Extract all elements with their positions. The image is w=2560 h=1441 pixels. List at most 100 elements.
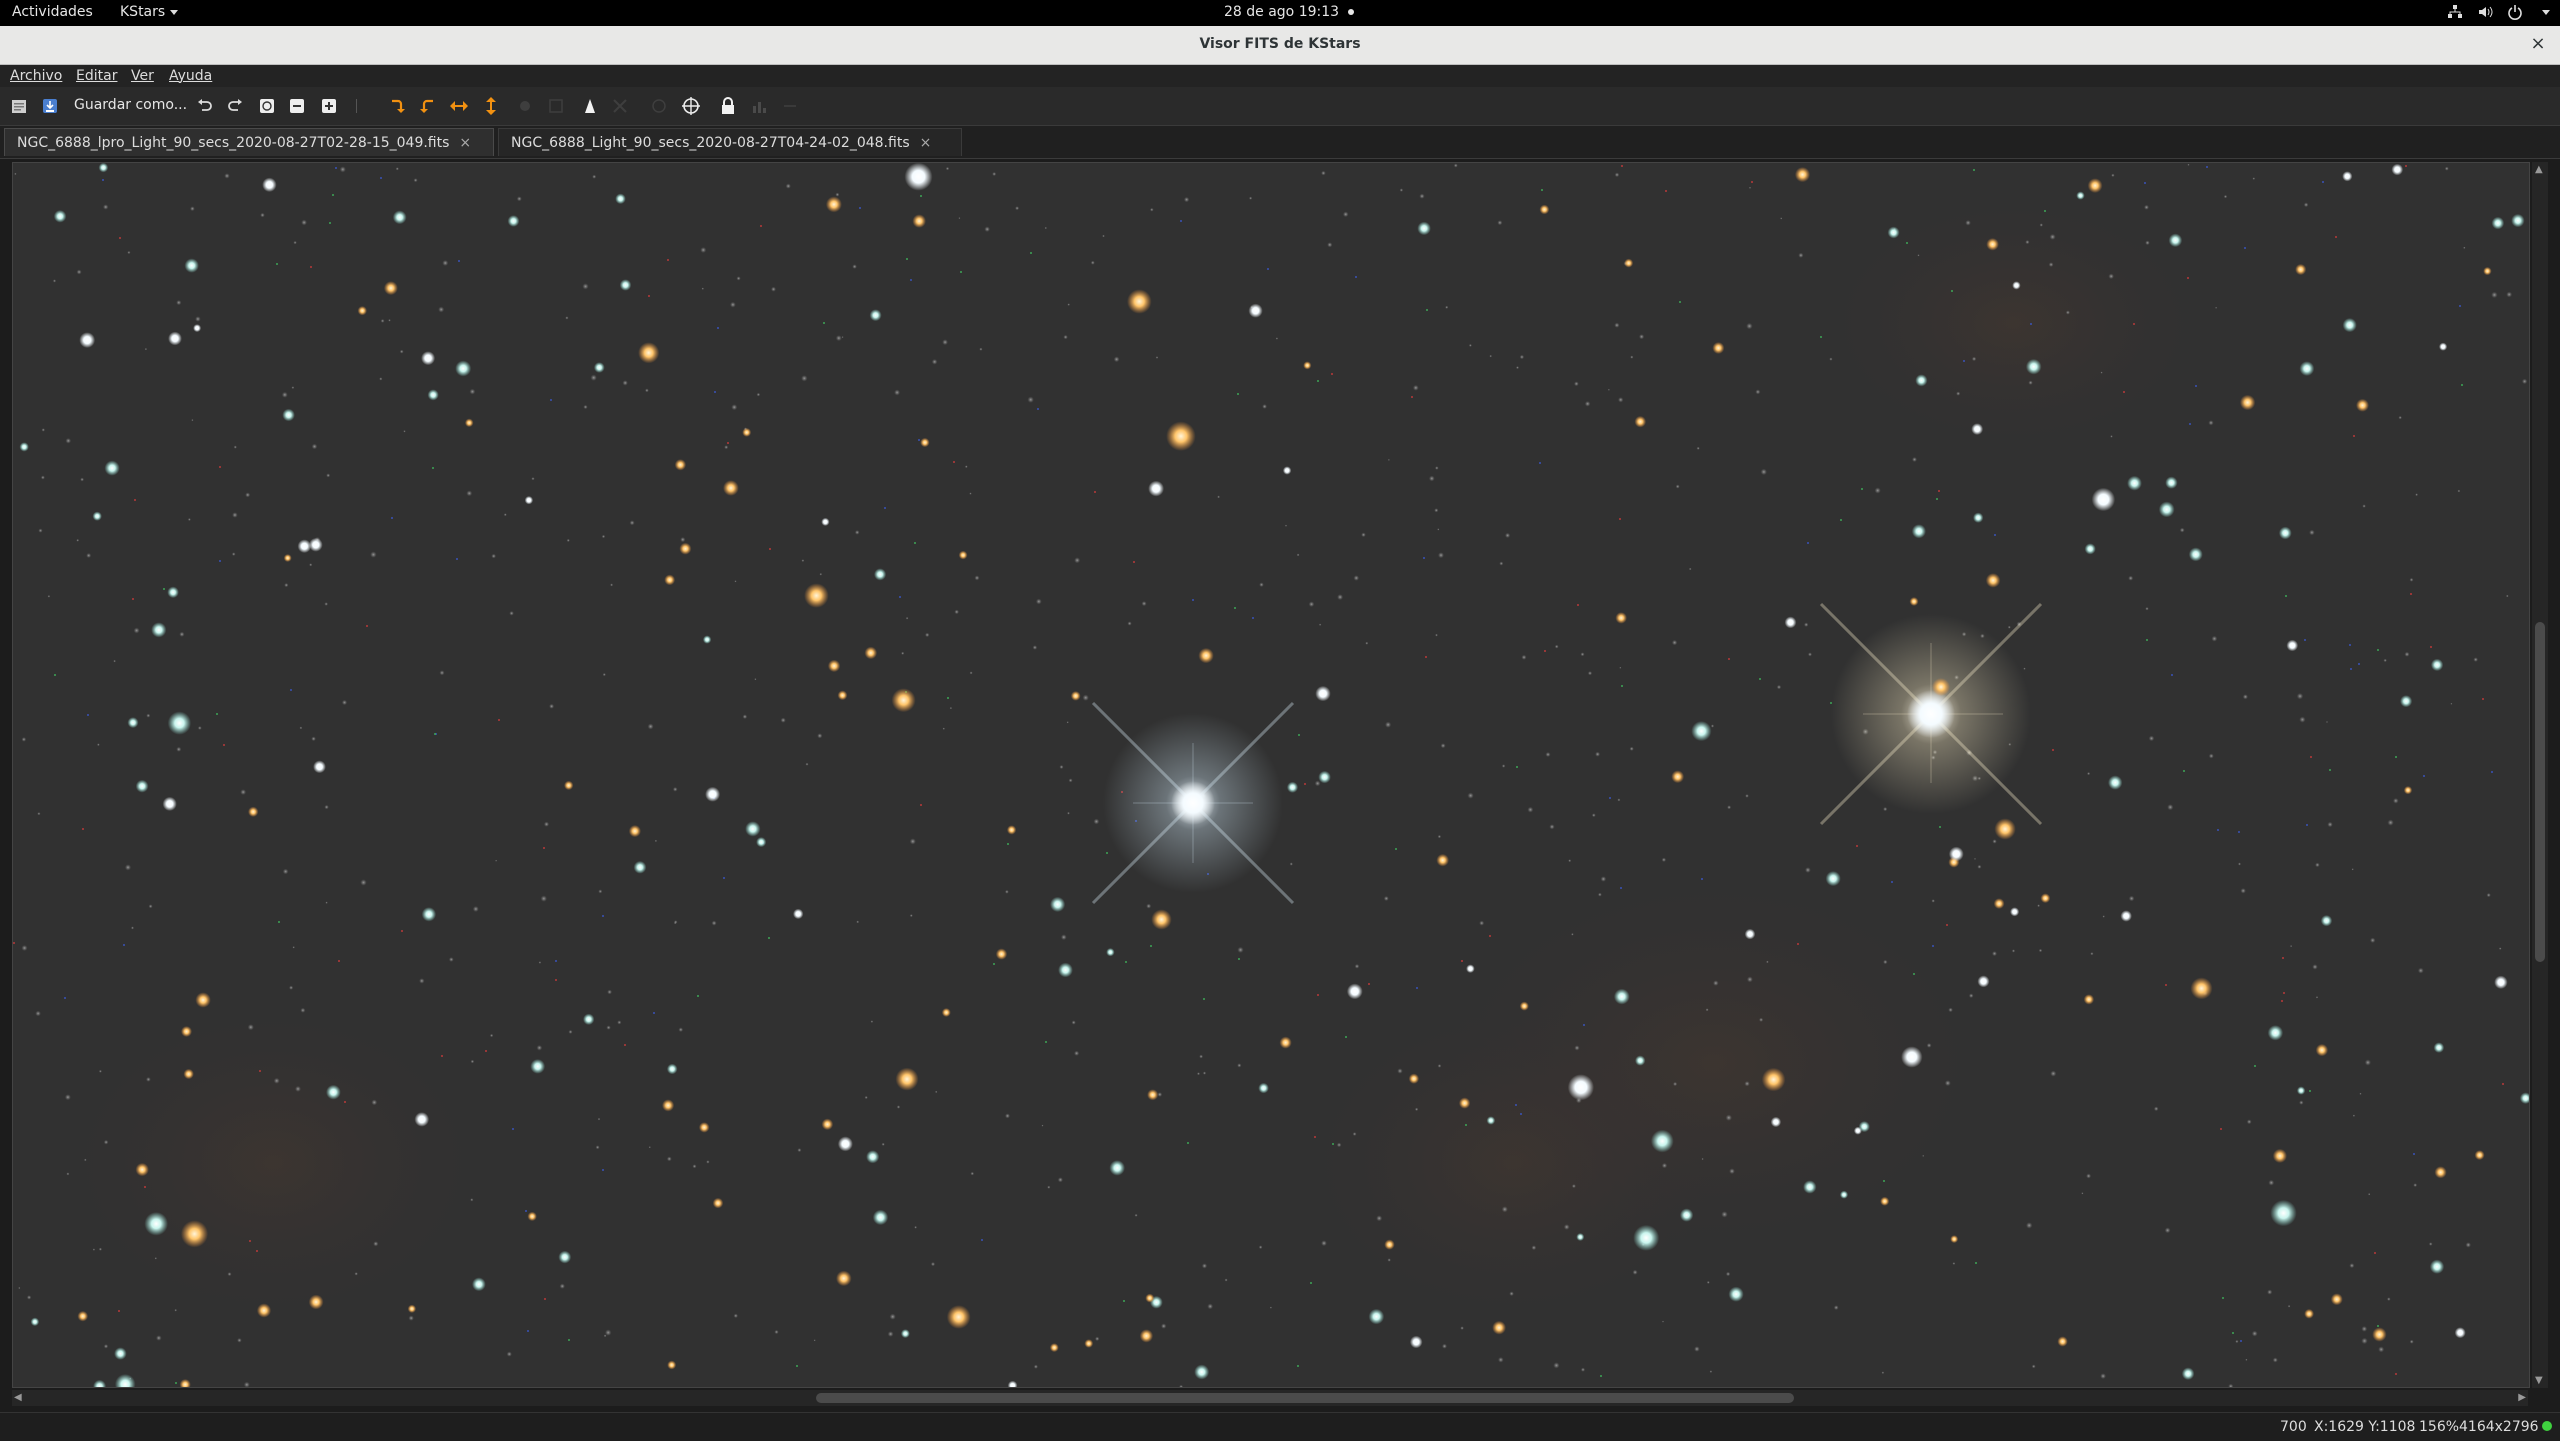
save-as-button[interactable]: Guardar como... — [74, 97, 187, 113]
undo-icon[interactable] — [194, 95, 216, 117]
noise-pixel — [1728, 658, 1730, 660]
star — [1803, 1180, 1817, 1194]
faint-star — [852, 264, 857, 269]
zoom-in-icon[interactable] — [318, 95, 340, 117]
noise-pixel — [760, 225, 762, 227]
star — [2076, 191, 2085, 200]
menu-editar[interactable]: Editar — [76, 68, 117, 84]
faint-star — [597, 1117, 601, 1121]
scroll-left-icon[interactable]: ◀ — [14, 1392, 22, 1403]
faint-star — [146, 1077, 151, 1082]
faint-star — [1224, 1278, 1228, 1282]
open-file-icon[interactable] — [8, 95, 30, 117]
tab-light-fits[interactable]: NGC_6888_Light_90_secs_2020-08-27T04-24-… — [498, 128, 962, 156]
scroll-down-icon[interactable]: ▼ — [2535, 1375, 2543, 1386]
faint-star — [97, 743, 100, 747]
window-titlebar[interactable]: Visor FITS de KStars × — [0, 26, 2560, 65]
faint-star — [370, 551, 377, 558]
redo-icon[interactable] — [224, 95, 246, 117]
star — [1624, 258, 1634, 268]
noise-pixel — [1619, 518, 1621, 520]
noise-pixel — [768, 937, 770, 939]
tab-close-icon[interactable]: × — [920, 135, 932, 151]
clock[interactable]: 28 de ago 19:13 — [1224, 4, 1354, 20]
star — [1909, 597, 1919, 606]
faint-star — [2327, 821, 2333, 828]
scroll-up-icon[interactable]: ▲ — [2535, 164, 2543, 175]
faint-star — [583, 404, 588, 410]
faint-star — [954, 609, 959, 615]
scroll-right-icon[interactable]: ▶ — [2518, 1392, 2526, 1403]
vertical-scrollbar[interactable]: ▲ ▼ — [2532, 162, 2548, 1388]
rotate-ccw-icon[interactable] — [417, 95, 439, 117]
save-icon[interactable] — [39, 95, 61, 117]
faint-star — [970, 1171, 975, 1176]
faint-star — [1387, 1258, 1391, 1262]
fits-image-view[interactable] — [12, 162, 2530, 1388]
faint-star — [2465, 1242, 2471, 1248]
faint-star — [98, 1069, 102, 1073]
noise-pixel — [458, 260, 460, 262]
faint-star — [113, 659, 116, 663]
faint-star — [1829, 357, 1833, 361]
faint-star — [324, 804, 329, 810]
app-menu-label: KStars — [120, 4, 166, 20]
faint-star — [179, 631, 185, 637]
star-detect-icon[interactable] — [579, 95, 601, 117]
noise-pixel — [1133, 561, 1135, 563]
star — [2181, 1367, 2195, 1380]
flip-horizontal-icon[interactable] — [448, 95, 470, 117]
menu-ver[interactable]: Ver — [131, 68, 154, 84]
faint-star — [324, 602, 329, 606]
tab-lpro-fits[interactable]: NGC_6888_lpro_Light_90_secs_2020-08-27T0… — [4, 128, 494, 156]
faint-star — [568, 1029, 573, 1034]
faint-star — [1721, 1211, 1728, 1218]
faint-star — [1917, 254, 1920, 257]
faint-star — [1798, 252, 1804, 258]
faint-star — [2153, 1106, 2159, 1112]
app-menu-button[interactable]: KStars — [120, 4, 179, 20]
faint-star — [413, 178, 418, 183]
faint-star — [2145, 607, 2149, 611]
noise-pixel — [906, 258, 908, 260]
star — [427, 389, 439, 401]
star — [1286, 781, 1299, 793]
menu-ayuda[interactable]: Ayuda — [169, 68, 212, 84]
faint-star — [2364, 1059, 2371, 1066]
horizontal-scroll-thumb[interactable] — [816, 1393, 1794, 1403]
horizontal-scrollbar[interactable]: ◀ ▶ — [12, 1390, 2528, 1406]
star — [1058, 962, 1073, 978]
tab-close-icon[interactable]: × — [459, 135, 471, 151]
activities-button[interactable]: Actividades — [12, 4, 93, 20]
flip-vertical-icon[interactable] — [480, 95, 502, 117]
faint-star — [1258, 1245, 1263, 1249]
faint-star — [2235, 1339, 2239, 1344]
noise-pixel — [380, 177, 382, 179]
faint-star — [260, 212, 265, 218]
faint-star — [1161, 1323, 1167, 1329]
vertical-scroll-thumb[interactable] — [2535, 622, 2545, 962]
star — [2342, 318, 2357, 333]
noise-pixel — [1267, 268, 1269, 270]
lock-icon[interactable] — [717, 95, 739, 117]
fit-icon[interactable] — [256, 95, 278, 117]
window-close-button[interactable]: × — [2526, 32, 2550, 56]
crosshair-icon[interactable] — [680, 95, 702, 117]
faint-star — [603, 1334, 607, 1338]
faint-star — [2312, 964, 2318, 970]
faint-star — [2049, 233, 2056, 240]
faint-star — [2223, 194, 2228, 199]
faint-star — [2086, 1173, 2092, 1179]
faint-star — [245, 492, 251, 498]
noise-pixel — [276, 263, 278, 265]
menu-archivo[interactable]: Archivo — [10, 68, 62, 84]
zoom-out-icon[interactable] — [286, 95, 308, 117]
star — [1728, 1286, 1744, 1302]
star — [821, 1118, 834, 1131]
rotate-cw-icon[interactable] — [386, 95, 408, 117]
faint-star — [887, 1331, 894, 1337]
star — [1887, 226, 1900, 239]
noise-pixel — [568, 1339, 570, 1341]
system-status-area[interactable] — [2447, 4, 2550, 20]
faint-star — [2428, 1242, 2433, 1246]
